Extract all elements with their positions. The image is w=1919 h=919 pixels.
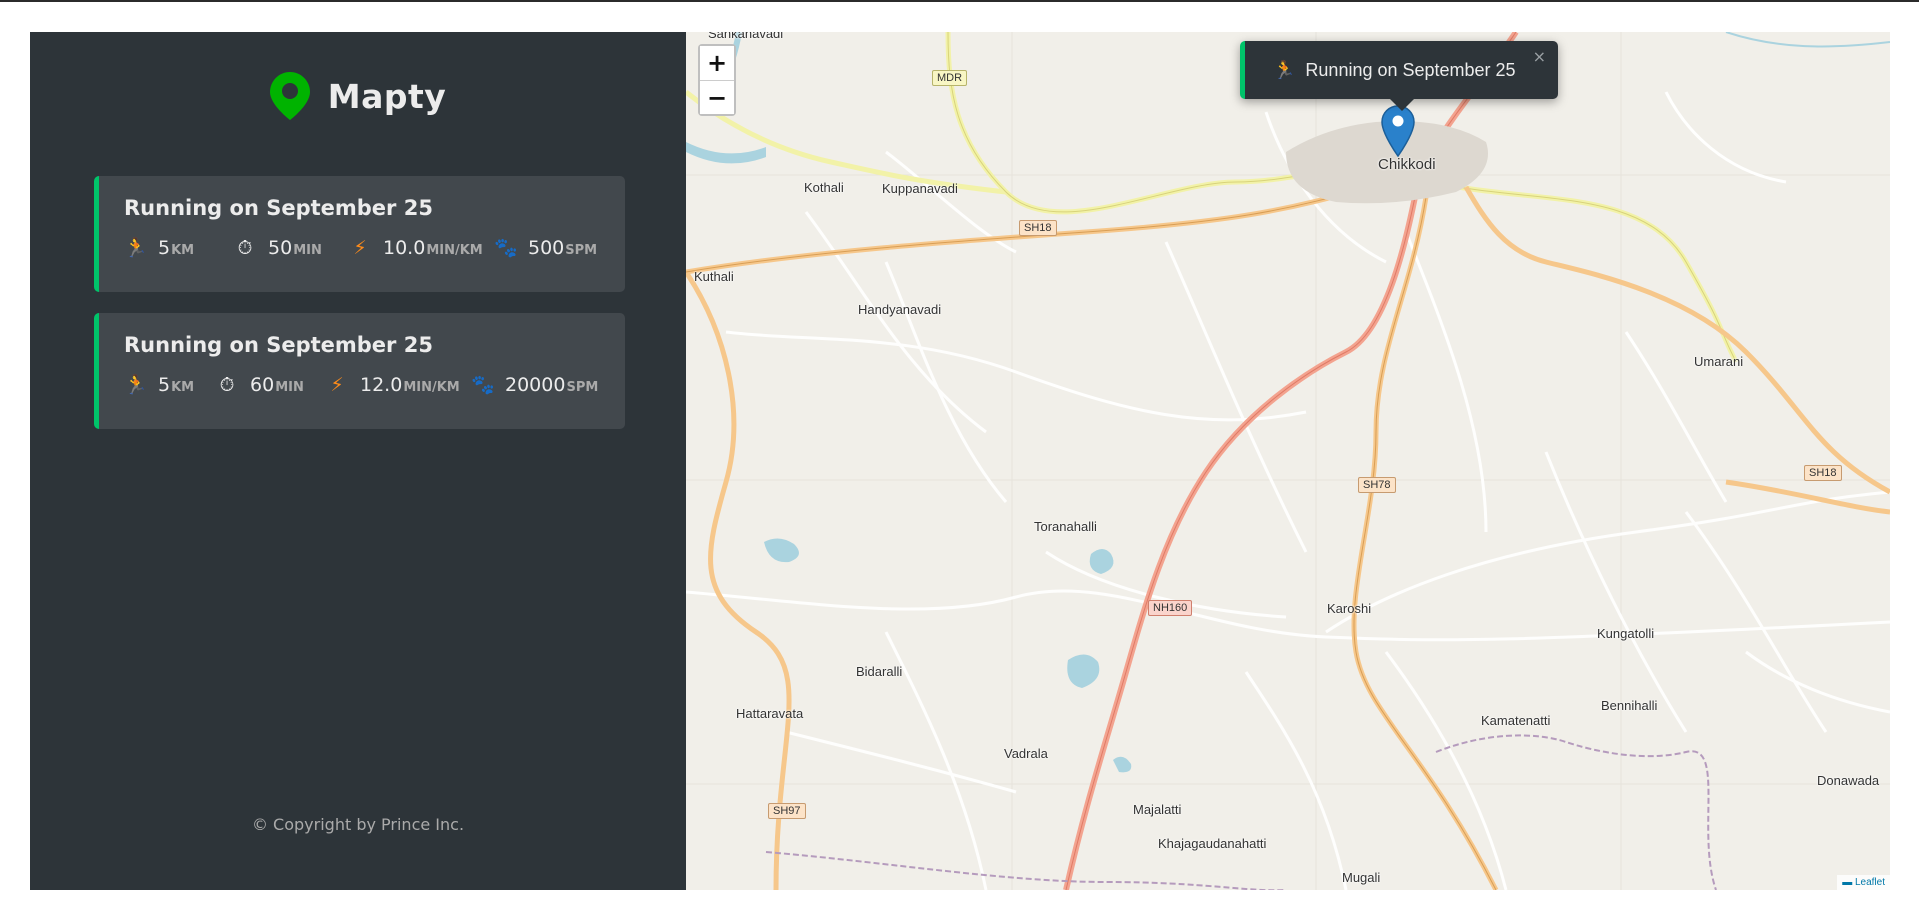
- popup-text: Running on September 25: [1305, 59, 1516, 80]
- place-label: Sankanavadi: [708, 32, 784, 41]
- place-label: Handyanavadi: [858, 302, 942, 317]
- cadence-unit: spm: [565, 243, 598, 258]
- road-shield: NH160: [1148, 600, 1193, 616]
- zoom-control: + −: [698, 44, 736, 116]
- running-icon: 🏃: [1273, 59, 1296, 81]
- place-label: Kuppanavadi: [882, 181, 958, 196]
- place-label: Umarani: [1694, 354, 1744, 369]
- map-marker-icon[interactable]: [1381, 105, 1415, 157]
- attribution-link[interactable]: Leaflet: [1855, 877, 1885, 888]
- lightning-icon: ⚡: [330, 374, 344, 396]
- sidebar: Mapty Running on September 25 🏃 5 km ⏱ 5…: [30, 32, 686, 890]
- place-label: Donawada: [1817, 773, 1880, 788]
- workout-title: Running on September 25: [124, 196, 433, 220]
- duration-detail: ⏱ 60 min: [216, 374, 326, 396]
- cadence-value: 20000: [505, 374, 566, 396]
- distance-value: 5: [158, 374, 171, 396]
- top-border: [0, 0, 1919, 2]
- road-shield: SH97: [768, 803, 806, 819]
- place-label: Mugali: [1342, 870, 1381, 885]
- footprints-icon: 🐾: [471, 374, 495, 396]
- pace-unit: min/km: [403, 380, 460, 395]
- cadence-detail: 🐾 500 spm: [494, 236, 597, 259]
- place-label: Karoshi: [1327, 601, 1372, 616]
- zoom-out-button[interactable]: −: [700, 80, 734, 114]
- workout-details: 🏃 5 km ⏱ 60 min ⚡ 12.0 min/km 🐾 20000: [124, 373, 625, 396]
- workout-details: 🏃 5 km ⏱ 50 min ⚡ 10.0 min/km 🐾 500: [124, 236, 625, 259]
- map[interactable]: Sankanavadi Kothali Kuppanavadi Chikkodi…: [686, 32, 1890, 890]
- workout-popup: 🏃 Running on September 25 ×: [1240, 41, 1558, 111]
- lightning-icon: ⚡: [353, 237, 367, 259]
- distance-unit: km: [171, 380, 195, 395]
- workout-card[interactable]: Running on September 25 🏃 5 km ⏱ 50 min …: [94, 176, 625, 292]
- copyright-text: © Copyright by Prince Inc.: [251, 815, 465, 834]
- map-pin-logo-icon: [269, 72, 310, 120]
- duration-unit: min: [275, 380, 304, 395]
- map-tiles: [686, 32, 1890, 890]
- running-icon: 🏃: [124, 237, 148, 259]
- duration-unit: min: [293, 243, 322, 258]
- road-shield: SH18: [1019, 220, 1057, 236]
- logo: Mapty: [30, 72, 686, 120]
- place-label: Kuthali: [694, 269, 734, 284]
- pace-unit: min/km: [426, 243, 483, 258]
- place-label: Bidaralli: [856, 664, 903, 679]
- stopwatch-icon: ⏱: [237, 237, 253, 259]
- app-container: Mapty Running on September 25 🏃 5 km ⏱ 5…: [30, 32, 1890, 890]
- cadence-unit: spm: [566, 380, 599, 395]
- distance-detail: 🏃 5 km: [124, 373, 216, 396]
- cadence-detail: 🐾 20000 spm: [471, 373, 598, 396]
- app-name: Mapty: [327, 76, 447, 116]
- place-label: Kothali: [804, 180, 844, 195]
- pace-detail: ⚡ 10.0 min/km: [349, 237, 494, 259]
- close-icon[interactable]: ×: [1533, 47, 1546, 66]
- road-shield: SH18: [1804, 465, 1842, 481]
- place-label: Bennihalli: [1601, 698, 1658, 713]
- road-shield: SH78: [1358, 477, 1396, 493]
- place-label: Kamatenatti: [1481, 713, 1551, 728]
- duration-value: 50: [268, 237, 293, 259]
- duration-value: 60: [250, 374, 275, 396]
- place-label: Toranahalli: [1034, 519, 1097, 534]
- distance-value: 5: [158, 237, 171, 259]
- place-label: Chikkodi: [1378, 156, 1436, 173]
- pace-detail: ⚡ 12.0 min/km: [326, 374, 471, 396]
- zoom-in-button[interactable]: +: [700, 46, 734, 80]
- road-shield: MDR: [932, 70, 968, 86]
- duration-detail: ⏱ 50 min: [234, 237, 349, 259]
- distance-unit: km: [171, 243, 195, 258]
- pace-value: 10.0: [383, 237, 426, 259]
- workout-card[interactable]: Running on September 25 🏃 5 km ⏱ 60 min …: [94, 313, 625, 429]
- workout-title: Running on September 25: [124, 333, 433, 357]
- pace-value: 12.0: [360, 374, 403, 396]
- place-label: Kungatolli: [1597, 626, 1655, 641]
- stopwatch-icon: ⏱: [219, 374, 235, 396]
- place-label: Vadrala: [1004, 746, 1048, 761]
- place-label: Khajagaudanahatti: [1158, 836, 1267, 851]
- distance-detail: 🏃 5 km: [124, 236, 234, 259]
- place-label: Hattaravata: [736, 706, 804, 721]
- place-label: Majalatti: [1133, 802, 1182, 817]
- cadence-value: 500: [528, 237, 565, 259]
- footprints-icon: 🐾: [494, 237, 518, 259]
- running-icon: 🏃: [124, 374, 148, 396]
- map-attribution[interactable]: ▬ Leaflet: [1837, 875, 1890, 890]
